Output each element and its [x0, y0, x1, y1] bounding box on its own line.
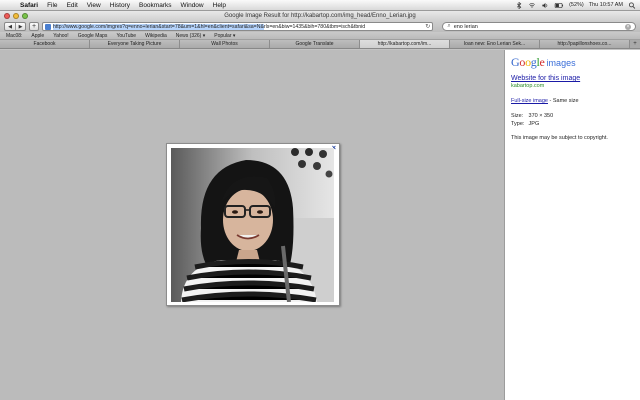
window-controls [4, 13, 28, 19]
menu-app-safari[interactable]: Safari [20, 2, 38, 9]
browser-toolbar: ◀ ▶ + http://www.google.com/imgres?q=enn… [0, 21, 640, 32]
image-viewer-area: × [0, 50, 504, 400]
address-text[interactable]: http://www.google.com/imgres?q=enno+leri… [52, 23, 366, 30]
size-row: Size: 370 × 350 [511, 112, 634, 120]
tab-papillonshoes[interactable]: http://papillonshoes.co... [540, 40, 630, 48]
bookmarks-bar: Mac08: Apple Yahoo! Google Maps YouTube … [0, 32, 640, 40]
google-logo-sub: images [546, 58, 576, 68]
volume-icon[interactable] [541, 2, 549, 9]
tab-kabartop[interactable]: http://kabartop.com/im... [360, 40, 450, 48]
bookmark-news[interactable]: News (326) ▾ [176, 33, 205, 39]
tab-google-translate[interactable]: Google Translate [270, 40, 360, 48]
back-arrow-icon[interactable]: ◀ [5, 23, 15, 30]
bookmark-youtube[interactable]: YouTube [116, 33, 136, 39]
reload-icon[interactable]: ↻ [425, 23, 430, 30]
tab-bar: Facebook Everyone Taking Picture Wall Ph… [0, 40, 640, 49]
size-value: 370 × 350 [528, 113, 554, 119]
fullsize-row: Full-size image - Same size [511, 98, 634, 104]
source-domain: kabartop.com [511, 83, 545, 89]
image-meta: Size: 370 × 350 Type: JPG [511, 112, 634, 128]
search-icon: ⌕ [447, 23, 451, 29]
clear-search-icon[interactable]: × [625, 23, 631, 30]
tab-everyone-taking-picture[interactable]: Everyone Taking Picture [90, 40, 180, 48]
spotlight-icon[interactable] [628, 1, 636, 9]
portrait-photo [171, 148, 334, 302]
image-info-sidebar: Google images Website for this image kab… [504, 50, 640, 400]
image-preview-frame: × [166, 143, 340, 306]
website-for-image-link[interactable]: Website for this image [511, 75, 634, 82]
type-value: JPG [528, 121, 540, 127]
preview-photo[interactable] [171, 148, 334, 302]
minimize-window-button[interactable] [13, 13, 19, 19]
wifi-icon[interactable] [528, 2, 536, 9]
menu-history[interactable]: History [110, 2, 130, 9]
close-window-button[interactable] [4, 13, 10, 19]
menubar-clock[interactable]: Thu 10:57 AM [589, 2, 623, 8]
battery-percent: (52%) [569, 2, 584, 8]
search-field[interactable]: ⌕ eno lerian × [442, 22, 636, 31]
address-bar[interactable]: http://www.google.com/imgres?q=enno+leri… [41, 22, 434, 31]
address-rest-text: rls=en&biw=1435&bih=780&tbm=isch&tbnid [263, 23, 366, 30]
add-bookmark-button[interactable]: + [29, 22, 39, 31]
apple-menu-icon[interactable] [4, 1, 12, 10]
fullsize-image-link[interactable]: Full-size image [511, 98, 548, 104]
menu-bookmarks[interactable]: Bookmarks [139, 2, 172, 9]
menu-view[interactable]: View [87, 2, 101, 9]
tab-eno-lerian[interactable]: Ioan new: Eno Lerian Sek... [450, 40, 540, 48]
menu-window[interactable]: Window [181, 2, 204, 9]
window-titlebar: Google Image Result for http://kabartop.… [0, 11, 640, 21]
bluetooth-icon[interactable] [515, 1, 523, 9]
fullsize-suffix: - Same size [547, 98, 579, 104]
google-images-logo[interactable]: Google images [511, 55, 634, 70]
bookmark-yahoo[interactable]: Yahoo! [53, 33, 68, 39]
bookmark-wikipedia[interactable]: Wikipedia [145, 33, 167, 39]
battery-icon[interactable] [554, 2, 564, 9]
favicon-icon [44, 23, 51, 30]
nav-buttons: ◀ ▶ [4, 22, 26, 31]
address-selected-text: http://www.google.com/imgres?q=enno+leri… [52, 23, 264, 30]
window-title: Google Image Result for http://kabartop.… [224, 13, 416, 19]
zoom-window-button[interactable] [22, 13, 28, 19]
bookmark-google-maps[interactable]: Google Maps [78, 33, 108, 39]
type-row: Type: JPG [511, 120, 634, 128]
tab-wall-photos[interactable]: Wall Photos [180, 40, 270, 48]
page-content: × [0, 50, 640, 400]
bookmark-popular[interactable]: Popular ▾ [214, 33, 235, 39]
menubar-status-area: (52%) Thu 10:57 AM [515, 1, 636, 9]
menubar: Safari File Edit View History Bookmarks … [0, 0, 640, 11]
google-logo-word: Google [511, 55, 545, 69]
menu-file[interactable]: File [47, 2, 57, 9]
type-label: Type: [511, 121, 525, 127]
size-label: Size: [511, 113, 524, 119]
new-tab-icon[interactable]: + [630, 40, 640, 48]
copyright-note: This image may be subject to copyright. [511, 135, 608, 141]
tab-facebook[interactable]: Facebook [0, 40, 90, 48]
bookmark-mac08[interactable]: Mac08: [6, 33, 22, 39]
bookmark-apple[interactable]: Apple [31, 33, 44, 39]
forward-arrow-icon[interactable]: ▶ [15, 23, 25, 30]
menu-edit[interactable]: Edit [67, 2, 78, 9]
menu-help[interactable]: Help [213, 2, 226, 9]
search-input[interactable]: eno lerian [454, 24, 478, 30]
